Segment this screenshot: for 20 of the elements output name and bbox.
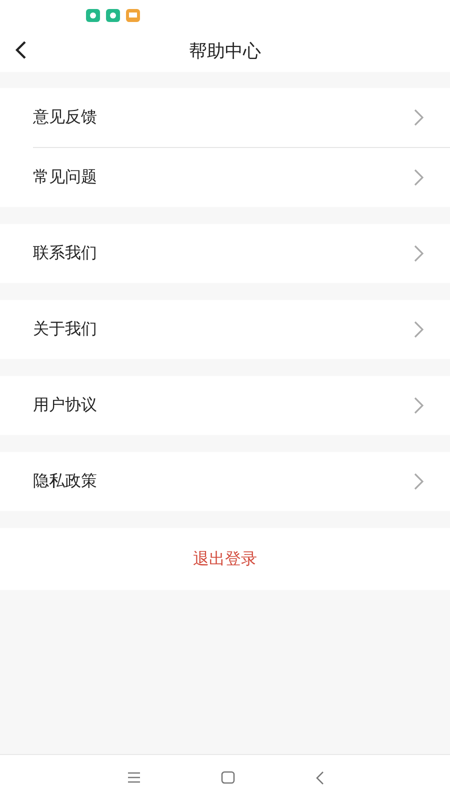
chevron-icon [414,473,424,490]
chevron-icon [414,109,424,126]
logout-button[interactable]: 退出登录 [0,528,450,590]
menu-item[interactable]: 用户协议 [33,395,97,416]
menu-item[interactable]: 常见问题 [33,167,97,188]
menu-item[interactable]: 联系我们 [33,243,97,264]
menu-item[interactable]: 隐私政策 [33,471,97,492]
notification-icon [86,8,100,22]
notification-icon [106,8,120,22]
chevron-icon [414,245,424,262]
message-icon [126,8,140,22]
chevron-icon [414,321,424,338]
back-icon[interactable] [314,770,324,784]
menu-icon[interactable] [126,772,140,783]
home-icon[interactable] [220,771,234,784]
menu-item[interactable]: 关于我们 [33,319,97,340]
menu-item[interactable]: 意见反馈 [33,107,97,128]
chevron-icon [414,169,424,186]
chevron-icon [414,397,424,414]
page-title: 帮助中心 [189,40,261,63]
